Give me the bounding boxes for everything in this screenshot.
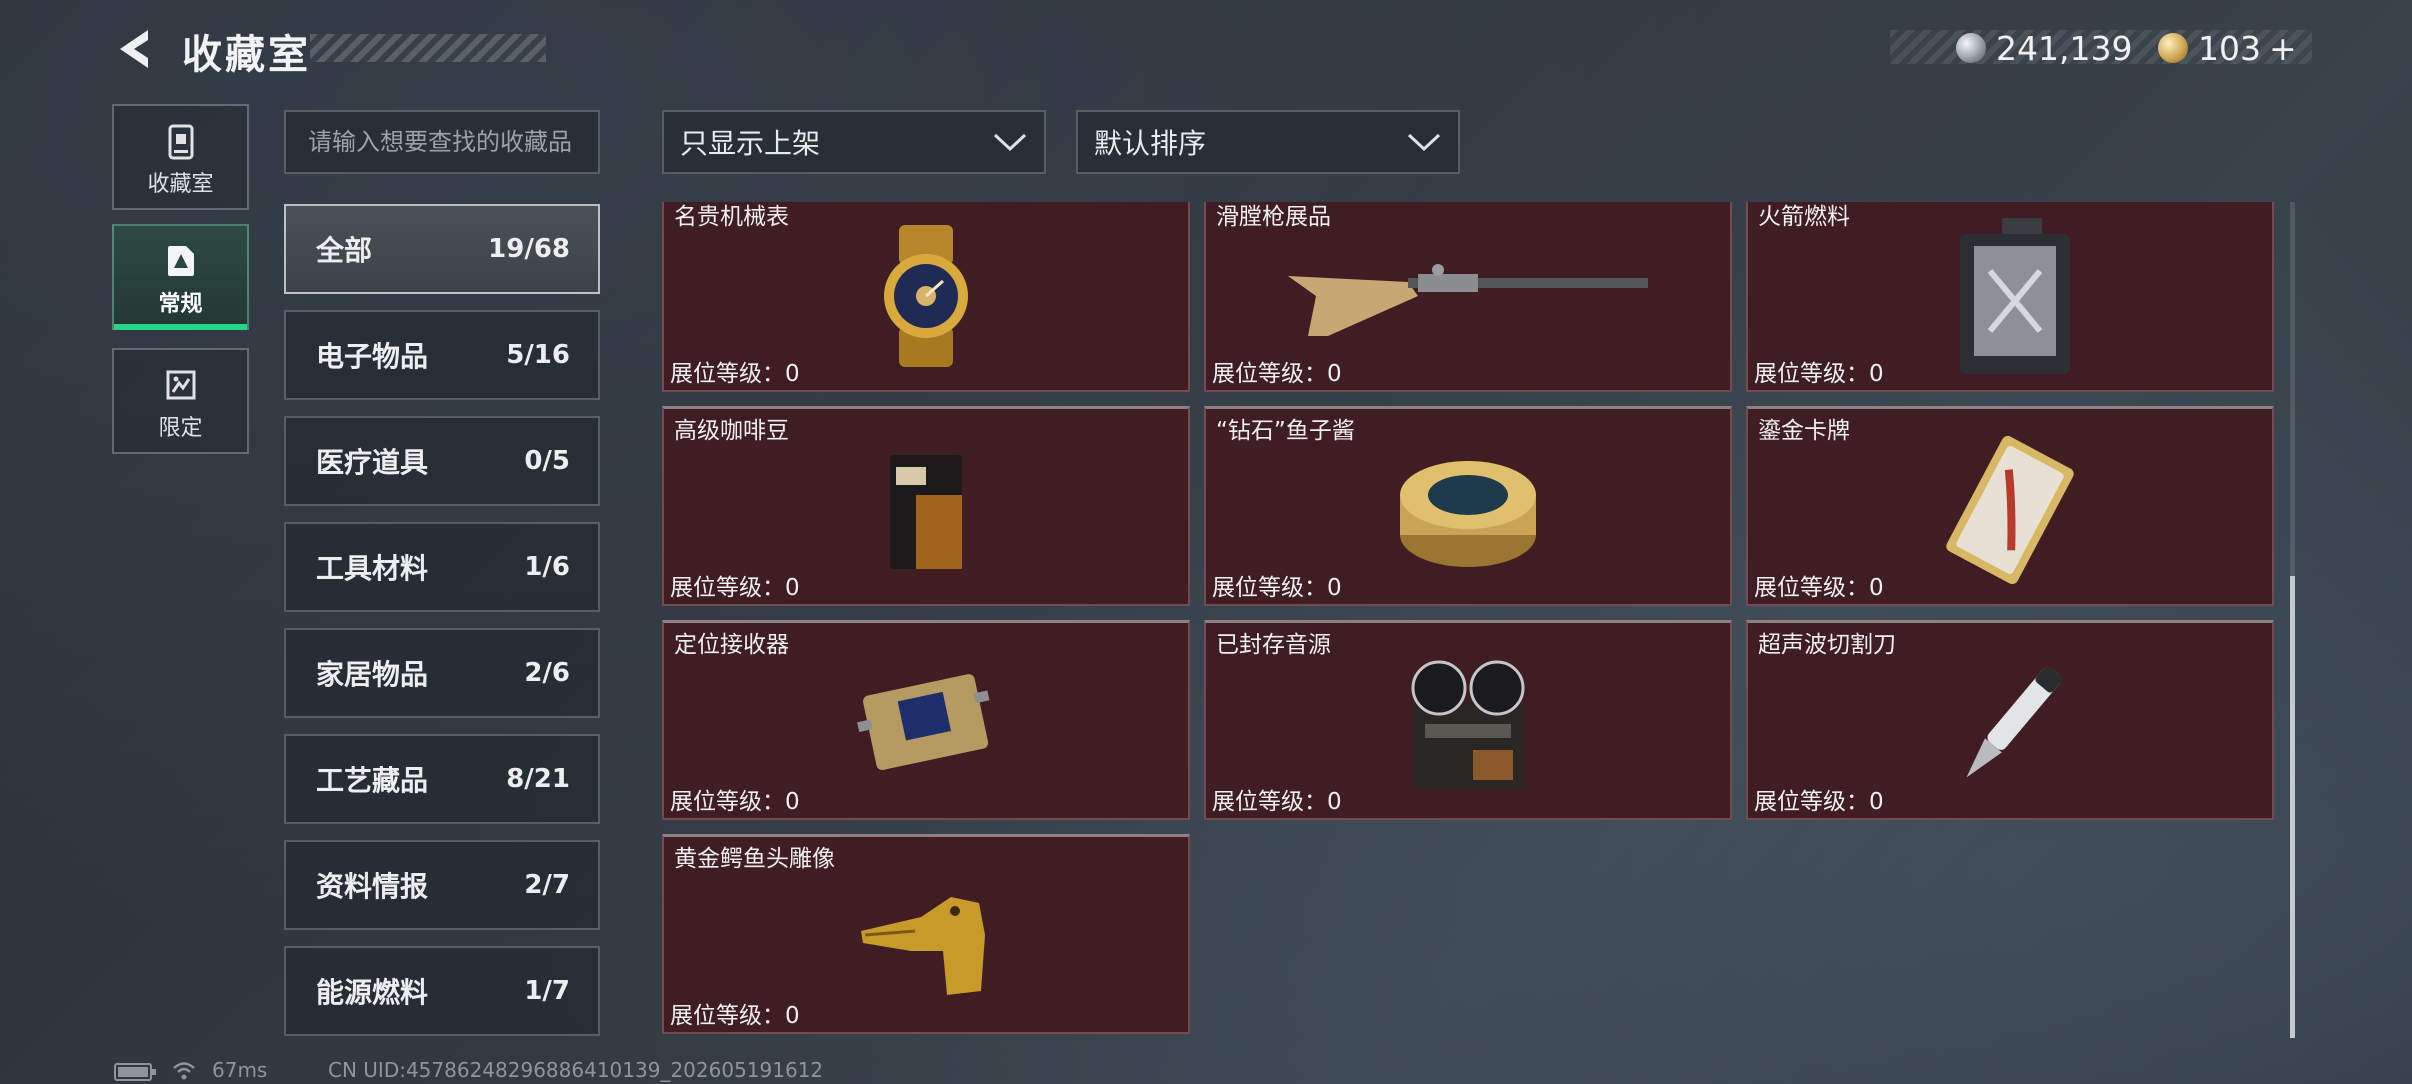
chevron-down-icon	[993, 133, 1027, 152]
gold-currency[interactable]: 103 +	[2158, 26, 2297, 70]
category-count: 2/7	[524, 870, 570, 900]
collection-room-icon	[168, 124, 193, 160]
add-currency-button[interactable]: +	[2269, 29, 2297, 68]
category-name: 医疗道具	[316, 446, 429, 479]
silver-currency: 241,139	[1956, 26, 2132, 70]
page-title: 收藏室	[182, 32, 311, 78]
category-electronics[interactable]: 电子物品 5/16	[284, 310, 600, 400]
silver-coin-icon	[1956, 33, 1986, 63]
nav-label: 收藏室	[147, 172, 214, 197]
musket-icon	[1288, 264, 1648, 336]
silver-amount: 241,139	[1996, 28, 2133, 68]
item-name: 已封存音源	[1216, 632, 1331, 658]
category-all[interactable]: 全部 19/68	[284, 204, 600, 294]
item-name: 超声波切割刀	[1758, 632, 1896, 658]
item-level: 展位等级：0	[1212, 361, 1342, 387]
item-name: 黄金鳄鱼头雕像	[674, 846, 835, 872]
item-level: 展位等级：0	[670, 361, 800, 387]
gilded-card-icon	[1946, 435, 2074, 585]
item-name: 定位接收器	[674, 632, 789, 658]
item-name: 名贵机械表	[674, 204, 789, 230]
item-level: 展位等级：0	[1212, 575, 1342, 601]
item-name: 高级咖啡豆	[674, 418, 789, 444]
category-intel[interactable]: 资料情报 2/7	[284, 840, 600, 930]
back-arrow-icon[interactable]	[110, 24, 160, 74]
category-tools[interactable]: 工具材料 1/6	[284, 522, 600, 612]
coffee-bag-icon	[890, 455, 962, 569]
category-count: 5/16	[506, 340, 570, 370]
category-count: 0/5	[524, 446, 570, 476]
category-name: 资料情报	[316, 870, 429, 903]
item-level: 展位等级：0	[670, 1003, 800, 1029]
gold-coin-icon	[2158, 33, 2188, 63]
search-input[interactable]	[284, 110, 600, 174]
grid-scrollbar-thumb[interactable]	[2290, 576, 2295, 1038]
item-level: 展位等级：0	[1754, 361, 1884, 387]
item-card[interactable]: 高级咖啡豆 展位等级：0	[662, 406, 1190, 606]
item-card[interactable]: 火箭燃料 展位等级：0	[1746, 202, 2274, 392]
title-decoration	[310, 34, 546, 62]
category-count: 1/6	[524, 552, 570, 582]
item-name: “钻石”鱼子酱	[1216, 418, 1355, 444]
sort-value: 默认排序	[1094, 127, 1207, 160]
nav-regular[interactable]: 常规	[112, 224, 249, 330]
category-household[interactable]: 家居物品 2/6	[284, 628, 600, 718]
category-name: 工艺藏品	[316, 764, 429, 797]
category-name: 能源燃料	[316, 976, 429, 1009]
item-name: 滑膛枪展品	[1216, 204, 1331, 230]
category-count: 1/7	[524, 976, 570, 1006]
category-name: 全部	[316, 234, 373, 267]
category-count: 19/68	[488, 234, 570, 264]
uid-text: CN UID:4578624829688641013​9_20260519161…	[328, 1058, 824, 1082]
item-card[interactable]: 已封存音源 展位等级：0	[1204, 620, 1732, 820]
display-filter-dropdown[interactable]: 只显示上架	[662, 110, 1046, 174]
ping-value: 67ms	[212, 1058, 268, 1082]
item-card[interactable]: 黄金鳄鱼头雕像 展位等级：0	[662, 834, 1190, 1034]
item-name: 鎏金卡牌	[1758, 418, 1850, 444]
category-crafts[interactable]: 工艺藏品 8/21	[284, 734, 600, 824]
category-medical[interactable]: 医疗道具 0/5	[284, 416, 600, 506]
collection-grid[interactable]: 名贵机械表 展位等级：0 滑膛枪展品 展位等级：0 火箭燃料 展位等级：0 高级…	[660, 202, 2276, 1038]
item-card[interactable]: 鎏金卡牌 展位等级：0	[1746, 406, 2274, 606]
item-level: 展位等级：0	[1212, 789, 1342, 815]
nav-label: 常规	[158, 292, 203, 317]
nav-label: 限定	[158, 416, 203, 441]
category-fuel[interactable]: 能源燃料 1/7	[284, 946, 600, 1036]
display-filter-value: 只显示上架	[680, 127, 821, 160]
category-count: 8/21	[506, 764, 570, 794]
item-card[interactable]: 定位接收器 展位等级：0	[662, 620, 1190, 820]
category-count: 2/6	[524, 658, 570, 688]
category-name: 电子物品	[316, 340, 429, 373]
fuel-canister-icon	[1960, 218, 2070, 374]
item-level: 展位等级：0	[670, 789, 800, 815]
reel-recorder-icon	[1411, 660, 1525, 790]
sort-dropdown[interactable]: 默认排序	[1076, 110, 1460, 174]
gold-crocodile-statue-icon	[861, 897, 985, 995]
item-card[interactable]: 名贵机械表 展位等级：0	[662, 202, 1190, 392]
item-name: 火箭燃料	[1758, 204, 1850, 230]
nav-collection-room[interactable]: 收藏室	[112, 104, 249, 210]
limited-icon	[166, 370, 195, 400]
item-card[interactable]: 超声波切割刀 展位等级：0	[1746, 620, 2274, 820]
caviar-tin-icon	[1400, 461, 1536, 567]
battery-icon	[114, 1063, 156, 1081]
item-level: 展位等级：0	[1754, 575, 1884, 601]
luxury-watch-icon	[884, 225, 968, 367]
item-level: 展位等级：0	[670, 575, 800, 601]
category-name: 工具材料	[316, 552, 429, 585]
ultrasonic-cutter-icon	[1966, 666, 2062, 778]
chevron-down-icon	[1407, 133, 1441, 152]
item-level: 展位等级：0	[1754, 789, 1884, 815]
item-card[interactable]: 滑膛枪展品 展位等级：0	[1204, 202, 1732, 392]
category-name: 家居物品	[316, 658, 429, 691]
gold-amount: 103	[2198, 28, 2261, 68]
regular-icon	[167, 246, 194, 276]
nav-limited[interactable]: 限定	[112, 348, 249, 454]
locator-receiver-icon	[857, 674, 990, 770]
wifi-icon	[173, 1062, 195, 1080]
item-card[interactable]: “钻石”鱼子酱 展位等级：0	[1204, 406, 1732, 606]
